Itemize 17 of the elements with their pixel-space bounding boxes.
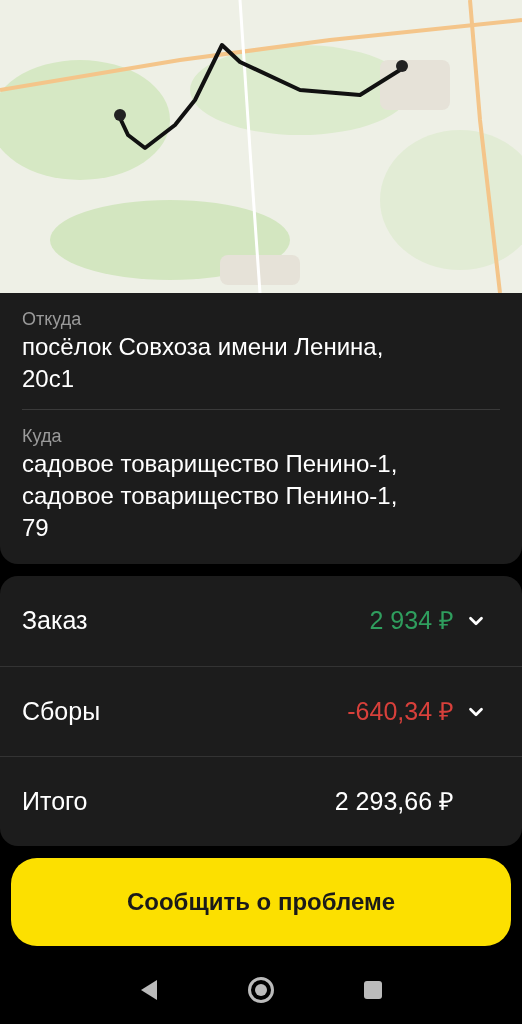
- amount-text: 2 934 ₽: [369, 605, 454, 637]
- field-label: Откуда: [22, 308, 83, 331]
- address-text: посёлок Совхоза имени Ленина,: [22, 332, 385, 362]
- address-text: 20с1: [22, 364, 76, 394]
- report-problem-button[interactable]: Сообщить о проблеме: [11, 858, 511, 946]
- home-icon[interactable]: [247, 976, 275, 1004]
- address-text: садовое товарищество Пенино-1,: [22, 481, 399, 511]
- amount-text: -640,34 ₽: [347, 695, 454, 727]
- row-label: Итого: [22, 785, 88, 817]
- address-text: садовое товарищество Пенино-1,: [22, 449, 399, 479]
- field-label: Куда: [22, 425, 63, 448]
- back-icon[interactable]: [139, 979, 159, 1001]
- row-label: Сборы: [22, 695, 101, 727]
- row-label: Заказ: [22, 605, 88, 637]
- recents-icon[interactable]: [363, 980, 383, 1000]
- address-text: 79: [22, 513, 50, 543]
- amount-text: 2 293,66 ₽: [334, 785, 454, 817]
